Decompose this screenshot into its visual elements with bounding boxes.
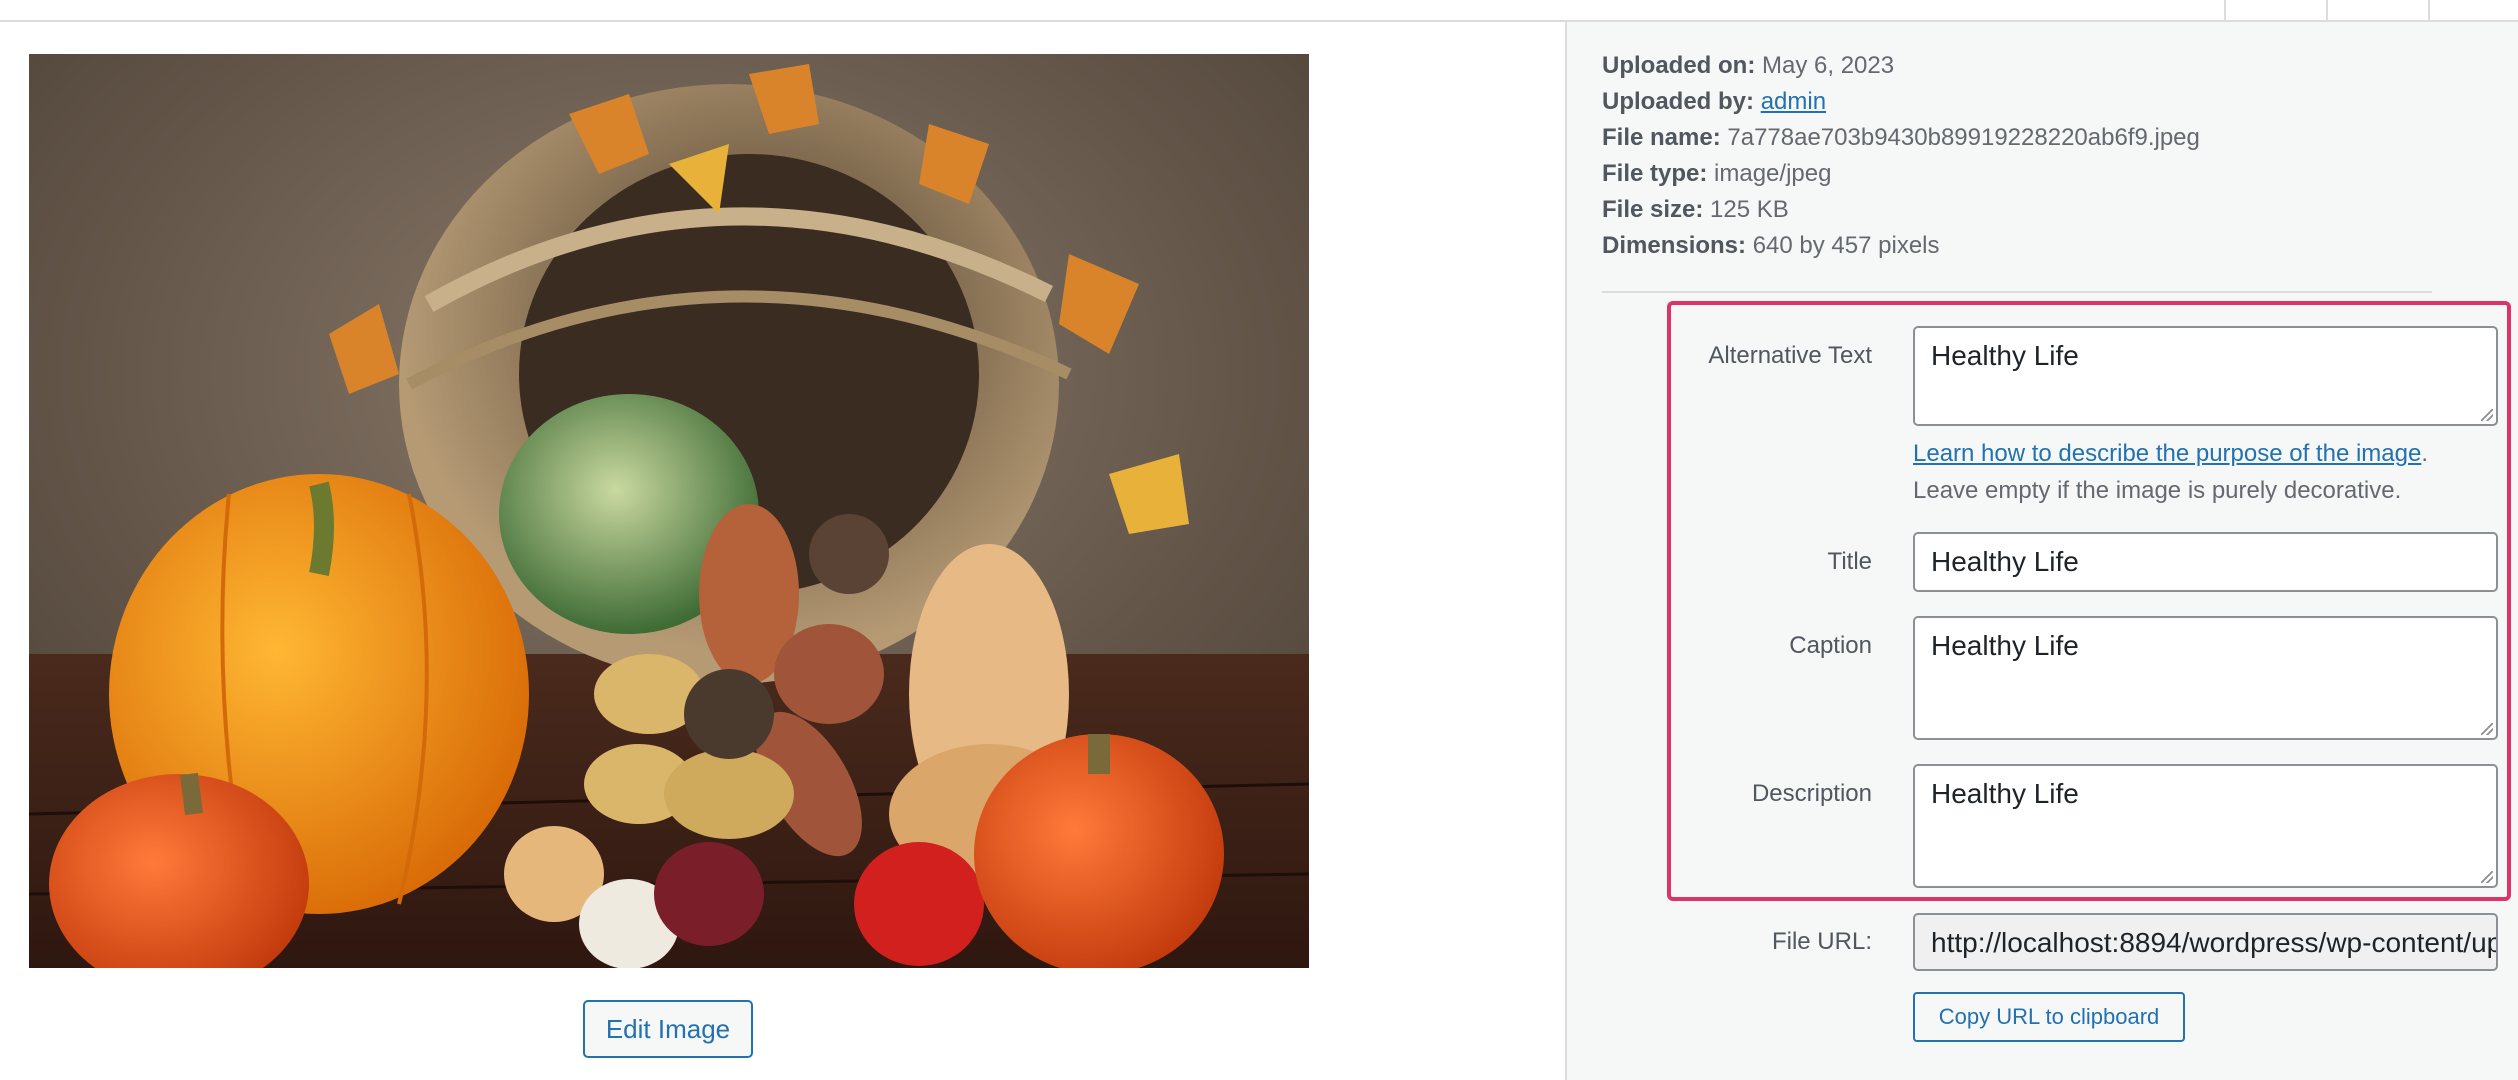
toolbar-button[interactable] (2224, 0, 2326, 20)
meta-label: Uploaded on: (1602, 52, 1756, 79)
caption-field[interactable]: Healthy Life (1913, 616, 2498, 740)
meta-value: 125 KB (1710, 196, 1789, 223)
uploader-link[interactable]: admin (1761, 88, 1826, 115)
meta-file-type: File type: image/jpeg (1602, 156, 2200, 192)
harvest-still-life-image (29, 54, 1309, 968)
meta-label: Uploaded by: (1602, 88, 1755, 115)
meta-value: 7a778ae703b9430b89919228220ab6f9.jpeg (1727, 124, 2200, 151)
description-label: Description (1751, 780, 1872, 807)
caption-label: Caption (1789, 632, 1872, 659)
file-url-field[interactable]: http://localhost:8894/wordpress/wp-conte… (1913, 913, 2498, 971)
alt-text-label: Alternative Text (1708, 342, 1872, 369)
description-field[interactable]: Healthy Life (1913, 764, 2498, 888)
meta-label: File size: (1602, 196, 1704, 223)
meta-value: 640 by 457 pixels (1752, 232, 1940, 259)
divider (1602, 291, 2432, 293)
media-preview-pane: Edit Image (0, 22, 1565, 1080)
meta-uploaded-on: Uploaded on: May 6, 2023 (1602, 48, 2200, 84)
meta-file-name: File name: 7a778ae703b9430b89919228220ab… (1602, 120, 2200, 156)
edit-image-button[interactable]: Edit Image (583, 1000, 753, 1058)
copy-url-button[interactable]: Copy URL to clipboard (1913, 992, 2185, 1042)
meta-label: File name: (1602, 124, 1721, 151)
top-toolbar (0, 0, 2518, 22)
alt-text-help-link[interactable]: Learn how to describe the purpose of the… (1913, 440, 2421, 467)
file-url-label: File URL: (1771, 928, 1872, 955)
title-label: Title (1827, 548, 1872, 575)
alt-text-help-note: Leave empty if the image is purely decor… (1913, 477, 2402, 504)
meta-value: image/jpeg (1714, 160, 1832, 187)
meta-uploaded-by: Uploaded by: admin (1602, 84, 2200, 120)
help-link-suffix: . (2421, 440, 2428, 467)
toolbar-button[interactable] (2326, 0, 2428, 20)
toolbar-button[interactable] (2428, 0, 2518, 20)
meta-file-size: File size: 125 KB (1602, 192, 2200, 228)
attachment-image (29, 54, 1309, 968)
meta-dimensions: Dimensions: 640 by 457 pixels (1602, 228, 2200, 264)
attachment-details-sidebar: Uploaded on: May 6, 2023 Uploaded by: ad… (1565, 22, 2518, 1080)
file-meta: Uploaded on: May 6, 2023 Uploaded by: ad… (1602, 48, 2200, 264)
meta-label: File type: (1602, 160, 1708, 187)
alt-text-field[interactable]: Healthy Life (1913, 326, 2498, 426)
alt-text-help: Learn how to describe the purpose of the… (1913, 440, 2428, 468)
meta-label: Dimensions: (1602, 232, 1747, 259)
title-field[interactable]: Healthy Life (1913, 532, 2498, 592)
meta-value: May 6, 2023 (1762, 52, 1895, 79)
